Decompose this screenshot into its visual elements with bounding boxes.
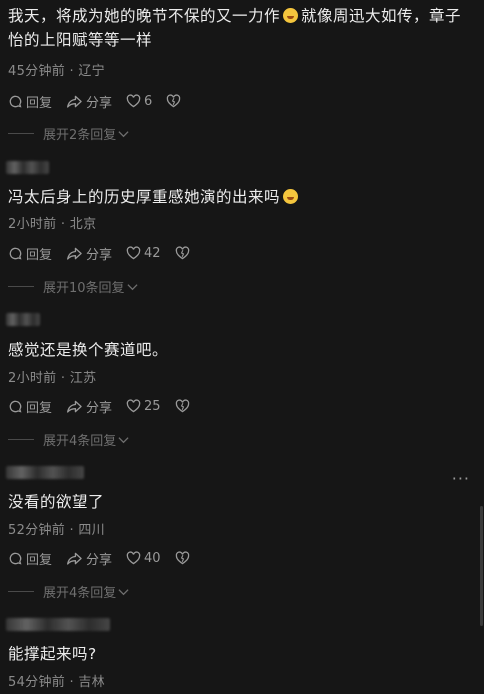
- reply-icon: [9, 95, 22, 108]
- like-count: 40: [144, 550, 161, 566]
- share-button[interactable]: 分享: [66, 397, 112, 416]
- broken-heart-icon: [175, 551, 189, 565]
- like-button[interactable]: 25: [126, 399, 161, 414]
- expand-replies-button[interactable]: 展开4条回复: [8, 582, 129, 601]
- scrollbar[interactable]: [480, 506, 483, 626]
- expand-replies-button[interactable]: 展开2条回复: [8, 124, 129, 143]
- like-button[interactable]: 40: [126, 551, 161, 566]
- reply-button[interactable]: 回复: [8, 244, 52, 263]
- like-button[interactable]: 6: [126, 94, 152, 109]
- reply-icon: [9, 552, 22, 565]
- chevron-down-icon: [118, 130, 129, 137]
- comment-text: 没看的欲望了: [8, 493, 105, 511]
- like-count: 25: [144, 398, 161, 414]
- chevron-down-icon: [118, 436, 129, 443]
- reply-icon: [9, 247, 22, 260]
- divider-line: [8, 133, 34, 134]
- broken-heart-icon: [175, 399, 189, 413]
- chevron-down-icon: [127, 283, 138, 290]
- comment-text: 感觉还是换个赛道吧。: [8, 341, 169, 359]
- expand-replies-button[interactable]: 展开4条回复: [8, 430, 129, 449]
- more-options-icon[interactable]: ···: [452, 471, 470, 487]
- comment-time: 52分钟前: [8, 523, 66, 538]
- crying-laughing-emoji-icon: [283, 8, 299, 23]
- comment-time: 45分钟前: [8, 64, 66, 79]
- blurred-username[interactable]: [6, 161, 49, 174]
- heart-icon: [126, 246, 141, 260]
- comment-location: 北京: [69, 217, 97, 232]
- dislike-button[interactable]: [175, 399, 193, 413]
- like-count: 6: [144, 93, 153, 109]
- dislike-button[interactable]: [175, 246, 193, 260]
- comment-text: 冯太后身上的历史厚重感她演的出来吗: [8, 185, 462, 209]
- share-icon: [67, 247, 82, 260]
- heart-icon: [126, 399, 141, 413]
- comment-time: 2小时前: [8, 371, 57, 386]
- broken-heart-icon: [167, 94, 181, 108]
- reply-button[interactable]: 回复: [8, 92, 52, 111]
- like-count: 42: [144, 245, 161, 261]
- share-button[interactable]: 分享: [66, 549, 112, 568]
- comment-actions: 回复 分享 25: [8, 396, 207, 416]
- comment-meta: 45分钟前 · 辽宁: [8, 64, 105, 79]
- reply-button[interactable]: 回复: [8, 397, 52, 416]
- like-button[interactable]: 42: [126, 246, 161, 261]
- comment-location: 江苏: [69, 371, 97, 386]
- expand-replies-button[interactable]: 展开10条回复: [8, 277, 138, 296]
- blurred-username[interactable]: [6, 466, 84, 479]
- comment-location: 辽宁: [78, 64, 105, 79]
- heart-icon: [126, 94, 141, 108]
- comment-time: 54分钟前: [8, 675, 66, 690]
- grimace-emoji-icon: [283, 189, 299, 204]
- share-icon: [67, 400, 82, 413]
- share-button[interactable]: 分享: [66, 244, 112, 263]
- reply-icon: [9, 400, 22, 413]
- divider-line: [8, 439, 34, 440]
- reply-button[interactable]: 回复: [8, 549, 52, 568]
- comment-meta: 54分钟前 · 吉林: [8, 675, 105, 690]
- comment-actions: 回复 分享 42: [8, 243, 207, 263]
- blurred-username[interactable]: [6, 313, 40, 326]
- divider-line: [8, 591, 34, 592]
- divider-line: [8, 286, 34, 287]
- comment-actions: 回复 分享 40: [8, 548, 207, 568]
- dislike-button[interactable]: [175, 551, 193, 565]
- chevron-down-icon: [118, 588, 129, 595]
- comment-actions: 回复 分享 6: [8, 91, 198, 111]
- comment-meta: 2小时前 · 北京: [8, 217, 97, 232]
- heart-icon: [126, 551, 141, 565]
- comment-text: 能撑起来吗?: [8, 645, 97, 663]
- comment-meta: 2小时前 · 江苏: [8, 371, 97, 386]
- comment-location: 四川: [78, 523, 105, 538]
- share-icon: [67, 552, 82, 565]
- blurred-username[interactable]: [6, 618, 110, 631]
- share-button[interactable]: 分享: [66, 92, 112, 111]
- broken-heart-icon: [175, 246, 189, 260]
- comment-text: 我天，将成为她的晚节不保的又一力作 就像周迅大如传，章子怡的上阳赋等等一样: [8, 7, 462, 49]
- comment-meta: 52分钟前 · 四川: [8, 523, 105, 538]
- dislike-button[interactable]: [166, 94, 184, 108]
- comment-location: 吉林: [78, 675, 105, 690]
- comment-time: 2小时前: [8, 217, 57, 232]
- share-icon: [67, 95, 82, 108]
